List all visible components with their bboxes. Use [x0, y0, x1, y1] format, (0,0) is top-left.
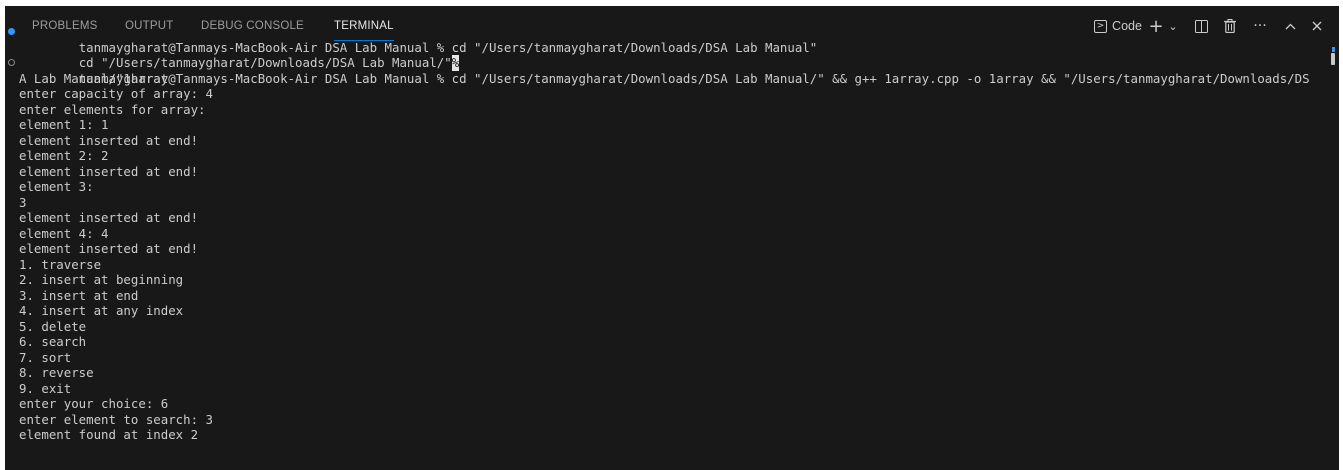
terminal-line: 2. insert at beginning — [19, 272, 184, 287]
terminal-line: enter your choice: 6 — [19, 396, 169, 411]
terminal-line: element found at index 2 — [19, 427, 199, 442]
terminal-line: element inserted at end! — [19, 132, 199, 148]
terminal-line: element inserted at end! — [19, 210, 199, 225]
terminal-output[interactable]: tanmaygharat@Tanmays-MacBook-Air DSA Lab… — [5, 24, 1339, 470]
terminal-line: element 2: 2 — [19, 148, 109, 163]
terminal-panel: PROBLEMS OUTPUT DEBUG CONSOLE TERMINAL >… — [5, 6, 1339, 470]
terminal-line: A Lab Manual/"1array — [19, 70, 169, 86]
command-running-dot[interactable] — [8, 59, 15, 66]
terminal-line: element 3: — [19, 179, 94, 194]
terminal-line: 9. exit — [19, 380, 72, 396]
terminal-line: enter elements for array: — [19, 101, 206, 117]
terminal-line: element 4: 4 — [19, 225, 109, 241]
terminal-line: element inserted at end! — [19, 163, 199, 179]
terminal-line: tanmaygharat@Tanmays-MacBook-Air DSA Lab… — [5, 24, 817, 55]
terminal-line: 7. sort — [19, 349, 72, 365]
scrollbar-marker — [1332, 47, 1335, 52]
terminal-line: element 1: 1 — [19, 117, 109, 132]
terminal-line: 5. delete — [19, 318, 87, 334]
terminal-line: 4. insert at any index — [19, 303, 184, 318]
terminal-line: 6. search — [19, 334, 87, 349]
terminal-line: cd "/Users/tanmaygharat/Downloads/DSA La… — [78, 55, 460, 71]
terminal-line: enter element to search: 3 — [19, 411, 213, 427]
terminal-line: 8. reverse — [19, 365, 94, 380]
terminal-line: enter capacity of array: 4 — [19, 86, 213, 101]
terminal-line: 3 — [19, 194, 27, 210]
terminal-line: element inserted at end! — [19, 241, 199, 256]
terminal-line: tanmaygharat@Tanmays-MacBook-Air DSA Lab… — [5, 55, 1310, 86]
scrollbar-thumb[interactable] — [1331, 53, 1335, 65]
terminal-scrollbar[interactable] — [1331, 47, 1335, 470]
command-success-dot[interactable] — [8, 28, 15, 35]
terminal-line: 3. insert at end — [19, 287, 139, 303]
terminal-line: 1. traverse — [19, 256, 102, 272]
